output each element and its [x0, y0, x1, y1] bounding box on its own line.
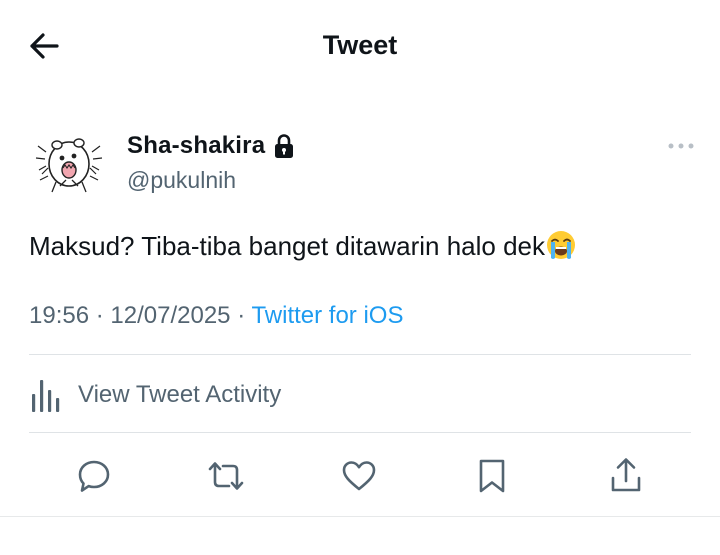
heart-icon: [342, 461, 376, 491]
retweet-icon: [208, 462, 244, 490]
meta-separator: ·: [237, 302, 246, 329]
page-title: Tweet: [322, 30, 398, 60]
view-tweet-activity-button[interactable]: View Tweet Activity: [29, 372, 281, 418]
loudly-crying-face-emoji: [547, 231, 575, 259]
bookmark-icon: [479, 459, 505, 493]
bar-chart-icon: [32, 380, 60, 412]
reply-button[interactable]: [72, 454, 116, 498]
lock-icon: [275, 134, 294, 158]
more-dots-icon: [668, 143, 694, 149]
meta-separator: ·: [95, 302, 104, 329]
bottom-divider: [0, 516, 720, 517]
divider: [29, 432, 691, 433]
reply-icon: [78, 460, 110, 492]
more-options-button[interactable]: [666, 136, 696, 156]
author-name-row: Sha-shakira: [127, 130, 295, 162]
share-icon: [611, 458, 641, 492]
tweet-source-link[interactable]: Twitter for iOS: [251, 302, 403, 329]
author-handle[interactable]: @pukulnih: [127, 167, 236, 194]
tweet-text: Maksud? Tiba-tiba banget ditawarin halo …: [29, 228, 576, 264]
top-bar: Tweet: [0, 0, 720, 92]
tweet-actions-bar: [0, 450, 720, 502]
view-tweet-activity-label: View Tweet Activity: [78, 381, 282, 408]
tweet-date: 12/07/2025: [110, 302, 231, 329]
bookmark-button[interactable]: [470, 454, 514, 498]
avatar[interactable]: [30, 124, 108, 202]
share-button[interactable]: [604, 454, 648, 498]
tweet-meta: 19:56 · 12/07/2025 · Twitter for iOS: [29, 302, 403, 330]
tweet-text-body: Maksud? Tiba-tiba banget ditawarin halo …: [29, 231, 545, 261]
tweet-time: 19:56: [29, 302, 90, 329]
hamster-avatar-image: [35, 138, 103, 193]
like-button[interactable]: [337, 454, 381, 498]
author-display-name[interactable]: Sha-shakira: [127, 132, 265, 160]
retweet-button[interactable]: [204, 454, 248, 498]
divider: [29, 354, 691, 355]
